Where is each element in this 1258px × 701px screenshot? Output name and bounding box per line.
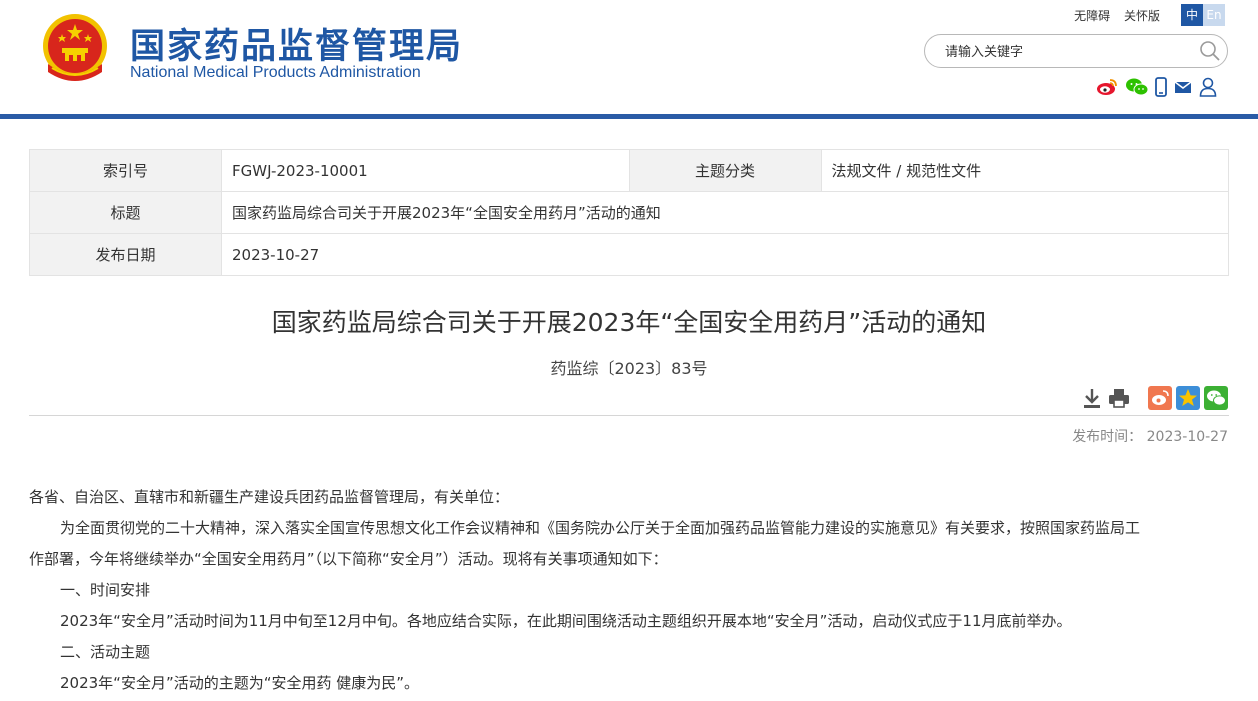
weibo-icon[interactable]	[1096, 77, 1118, 97]
search-input[interactable]	[943, 42, 1187, 62]
category-label: 主题分类	[628, 149, 822, 192]
body-paragraph: 2023年“安全月”活动时间为11月中旬至12月中旬。各地应结合实际，在此期间围…	[60, 612, 1072, 630]
site-header: 国家药品监督管理局 National Medical Products Admi…	[0, 0, 1258, 114]
article-body: 各省、自治区、直辖市和新疆生产建设兵团药品监督管理局，有关单位： 为全面贯彻党的…	[29, 482, 1219, 699]
wechat-icon[interactable]	[1125, 77, 1149, 97]
top-links: 无障碍 关怀版	[1064, 7, 1160, 24]
section-heading: 一、时间安排	[60, 581, 151, 599]
mobile-icon[interactable]	[1154, 77, 1168, 97]
user-icon[interactable]	[1199, 77, 1217, 97]
share-weibo-icon[interactable]	[1148, 386, 1172, 410]
title-label: 标题	[29, 191, 222, 234]
table-row: 索引号 FGWJ-2023-10001 主题分类 法规文件 / 规范性文件	[29, 149, 1229, 192]
date-value: 2023-10-27	[221, 233, 1229, 276]
download-icon[interactable]	[1080, 386, 1104, 410]
index-label: 索引号	[29, 149, 222, 192]
accessibility-link[interactable]: 无障碍	[1074, 9, 1110, 23]
date-label: 发布日期	[29, 233, 222, 276]
salutation-paragraph: 各省、自治区、直辖市和新疆生产建设兵团药品监督管理局，有关单位：	[29, 488, 510, 506]
print-icon[interactable]	[1107, 386, 1131, 410]
publish-time: 发布时间： 2023-10-27	[1072, 429, 1228, 445]
mail-icon[interactable]	[1174, 77, 1192, 97]
share-wechat-icon[interactable]	[1204, 386, 1228, 410]
section-heading: 二、活动主题	[60, 643, 151, 661]
site-title-en[interactable]: National Medical Products Administration	[130, 64, 421, 82]
national-emblem-icon[interactable]	[40, 12, 110, 84]
body-paragraph: 2023年“安全月”活动的主题为“安全用药 健康为民”。	[60, 674, 420, 692]
document-info-table: 索引号 FGWJ-2023-10001 主题分类 法规文件 / 规范性文件 标题…	[29, 149, 1229, 276]
body-paragraph-continuation: 作部署，今年将继续举办“全国安全用药月”（以下简称“安全月”）活动。现将有关事项…	[29, 550, 668, 568]
title-value: 国家药监局综合司关于开展2023年“全国安全用药月”活动的通知	[221, 191, 1229, 234]
share-qzone-icon[interactable]	[1176, 386, 1200, 410]
search-icon[interactable]	[1199, 40, 1221, 62]
category-value: 法规文件 / 规范性文件	[820, 149, 1229, 192]
header-divider-bar	[0, 114, 1258, 119]
article-divider	[29, 415, 1229, 416]
index-value: FGWJ-2023-10001	[221, 149, 630, 192]
care-mode-link[interactable]: 关怀版	[1124, 9, 1160, 23]
table-row: 发布日期 2023-10-27	[29, 233, 1229, 276]
lang-en-button[interactable]: En	[1203, 4, 1225, 26]
article-title: 国家药监局综合司关于开展2023年“全国安全用药月”活动的通知	[271, 308, 987, 337]
lang-zh-button[interactable]: 中	[1181, 4, 1203, 26]
document-number: 药监综〔2023〕83号	[550, 359, 708, 378]
site-title-cn[interactable]: 国家药品监督管理局	[130, 18, 463, 69]
table-row: 标题 国家药监局综合司关于开展2023年“全国安全用药月”活动的通知	[29, 191, 1229, 234]
body-paragraph: 为全面贯彻党的二十大精神，深入落实全国宣传思想文化工作会议精神和《国务院办公厅关…	[60, 519, 1141, 537]
search-box	[924, 34, 1228, 68]
